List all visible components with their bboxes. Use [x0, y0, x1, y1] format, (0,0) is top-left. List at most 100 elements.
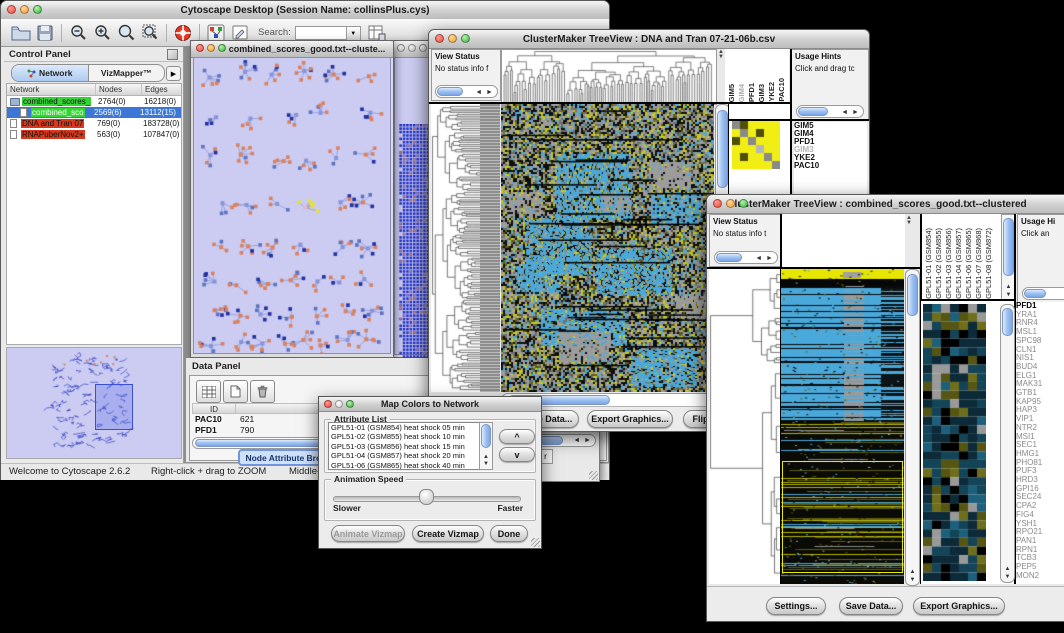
row-dendrogram-panel[interactable] — [709, 269, 780, 584]
usage-hints-hscrollbar[interactable] — [1022, 287, 1064, 300]
close-button[interactable] — [324, 400, 332, 408]
animate-vizmap-button[interactable]: Animate Vizmap — [331, 525, 405, 542]
scroll-up-icon[interactable]: ▲ — [480, 454, 492, 460]
minimize-button[interactable] — [20, 5, 29, 14]
subheat-canvas[interactable] — [923, 304, 986, 581]
network-table-row[interactable]: RNAPuberNov2+563(0)107847(0) — [7, 129, 181, 140]
resize-grip[interactable] — [589, 471, 598, 480]
attribute-list-vscrollbar[interactable]: ▲ ▼ — [479, 422, 493, 470]
gene-row-label[interactable]: PAC10 — [794, 162, 867, 170]
attribute-select-icon[interactable] — [196, 380, 221, 403]
zoom-button[interactable] — [461, 34, 470, 43]
scroll-up-icon[interactable]: ▲ — [906, 569, 919, 575]
delete-attribute-trash-icon[interactable] — [250, 380, 275, 403]
network2-title-bar[interactable] — [393, 41, 432, 58]
zoom-button[interactable] — [218, 44, 226, 52]
heatmap-vscrollbar[interactable]: ▲ ▼ — [905, 269, 920, 586]
scrollbar-thumb[interactable] — [907, 274, 918, 316]
heatmap-panel[interactable] — [781, 269, 904, 584]
dialog-title-bar[interactable]: Map Colors to Network — [319, 397, 541, 412]
gene-label[interactable]: MON2 — [1016, 572, 1064, 581]
minimize-button[interactable] — [207, 44, 215, 52]
scrollbar-thumb[interactable] — [437, 87, 463, 96]
scrollbar-thumb[interactable] — [1024, 289, 1046, 298]
tab-overflow-button[interactable]: ▶ — [166, 66, 181, 81]
scrollbar-thumb[interactable] — [716, 253, 742, 262]
attribute-list-item[interactable]: GPL51-03 (GSM856) heat shock 15 min — [329, 442, 492, 451]
network-table-row[interactable]: combined_sco2569(6)13112(15) — [7, 107, 181, 118]
fragment-hscrollbar[interactable]: ◄ ► — [537, 434, 596, 447]
scroll-down-icon[interactable]: ▼ — [480, 461, 492, 467]
column-dendrogram-canvas[interactable] — [502, 50, 714, 102]
scroll-arrows-icon[interactable]: ◄ ► — [841, 108, 860, 118]
birdseye-canvas[interactable] — [7, 348, 179, 456]
heatmap-panel[interactable] — [501, 104, 714, 392]
zoom-out-icon[interactable] — [66, 22, 90, 44]
birdseye-viewport-rect[interactable] — [95, 384, 133, 430]
resize-grip[interactable] — [531, 538, 540, 547]
export-graphics-button[interactable]: Export Graphics... — [587, 410, 673, 428]
network-title-bar[interactable]: combined_scores_good.txt--cluste... — [191, 41, 393, 58]
minimize-button[interactable] — [448, 34, 457, 43]
create-vizmap-button[interactable]: Create Vizmap — [412, 525, 484, 542]
minimize-button[interactable] — [335, 400, 343, 408]
scroll-arrows-icon[interactable]: ◄ ► — [755, 254, 774, 264]
scroll-up-icon[interactable]: ▲ — [1001, 566, 1014, 572]
scroll-arrows-icon[interactable]: ◄ ► — [573, 437, 592, 444]
view-status-hscrollbar[interactable]: ◄ ► — [714, 251, 778, 264]
network-table-row[interactable]: combined_scores_2764(0)16218(0) — [7, 96, 181, 107]
animation-slider-thumb[interactable] — [419, 489, 434, 505]
row-dendrogram-panel[interactable] — [431, 104, 480, 392]
heatmap-selection-rect[interactable] — [782, 461, 903, 573]
scroll-arrows-icon[interactable]: ◄ ► — [475, 88, 494, 98]
row-dendrogram-canvas[interactable] — [709, 269, 780, 584]
attribute-list-item[interactable]: GPL51-06 (GSM865) heat shock 40 min — [329, 461, 492, 470]
save-data-button[interactable]: Save Data... — [839, 597, 903, 615]
zoom-in-icon[interactable] — [90, 22, 114, 44]
close-button[interactable] — [435, 34, 444, 43]
network-canvas[interactable] — [194, 58, 390, 353]
subheat-matrix-canvas[interactable] — [732, 121, 780, 169]
birdseye-view[interactable] — [6, 347, 182, 459]
new-attribute-icon[interactable] — [223, 380, 248, 403]
scroll-down-icon[interactable]: ▼ — [906, 577, 919, 583]
zoom-fit-icon[interactable] — [138, 22, 162, 44]
tab-network[interactable]: Network — [12, 65, 89, 81]
close-button[interactable] — [7, 5, 16, 14]
scrollbar-thumb[interactable] — [1003, 218, 1014, 276]
spinner-arrows-icon[interactable]: ▲▼ — [906, 216, 912, 226]
treeview1-title-bar[interactable]: ClusterMaker TreeView : DNA and Tran 07-… — [429, 30, 869, 49]
scrollbar-thumb[interactable] — [481, 424, 491, 448]
network-table-row[interactable]: DNA and Tran 07769(0)183728(0) — [7, 118, 181, 129]
scrollbar-thumb[interactable] — [798, 107, 828, 116]
move-down-button[interactable]: v — [499, 447, 535, 462]
close-button[interactable] — [397, 44, 405, 52]
network2-grid-canvas[interactable] — [396, 124, 431, 374]
float-panel-icon[interactable] — [167, 49, 178, 60]
save-icon[interactable] — [33, 22, 57, 44]
attribute-list-item[interactable]: GPL51-01 (GSM854) heat shock 05 min — [329, 423, 492, 432]
scrollbar-thumb[interactable] — [1002, 308, 1013, 336]
attribute-list-item[interactable]: GPL51-02 (GSM855) heat shock 10 min — [329, 432, 492, 441]
view-status-hscrollbar[interactable]: ◄ ► — [435, 85, 498, 98]
zoom-button[interactable] — [739, 199, 748, 208]
column-dendrogram-panel[interactable] — [501, 49, 717, 105]
move-up-button[interactable]: ^ — [499, 429, 535, 444]
zoom-button[interactable] — [419, 44, 427, 52]
subheat-vscrollbar[interactable]: ▲ ▼ — [1000, 304, 1015, 583]
export-graphics-button[interactable]: Export Graphics... — [913, 597, 1005, 615]
network2-canvas-area[interactable] — [394, 57, 431, 355]
scrollbar-thumb[interactable] — [539, 436, 563, 445]
scroll-down-icon[interactable]: ▼ — [1001, 574, 1014, 580]
open-folder-icon[interactable] — [9, 22, 33, 44]
usage-hints-hscrollbar[interactable]: ◄ ► — [796, 105, 864, 118]
heatmap-canvas[interactable] — [501, 104, 714, 392]
spinner-arrows-icon[interactable]: ▲▼ — [718, 50, 724, 60]
close-button[interactable] — [196, 44, 204, 52]
row-dendrogram-canvas[interactable] — [431, 104, 480, 392]
zoom-actual-icon[interactable] — [114, 22, 138, 44]
column-dendrogram-panel[interactable] — [781, 214, 905, 267]
settings-button[interactable]: Settings... — [766, 597, 826, 615]
treeview2-title-bar[interactable]: ClusterMaker TreeView : combined_scores_… — [707, 195, 1064, 214]
done-button[interactable]: Done — [490, 525, 528, 542]
